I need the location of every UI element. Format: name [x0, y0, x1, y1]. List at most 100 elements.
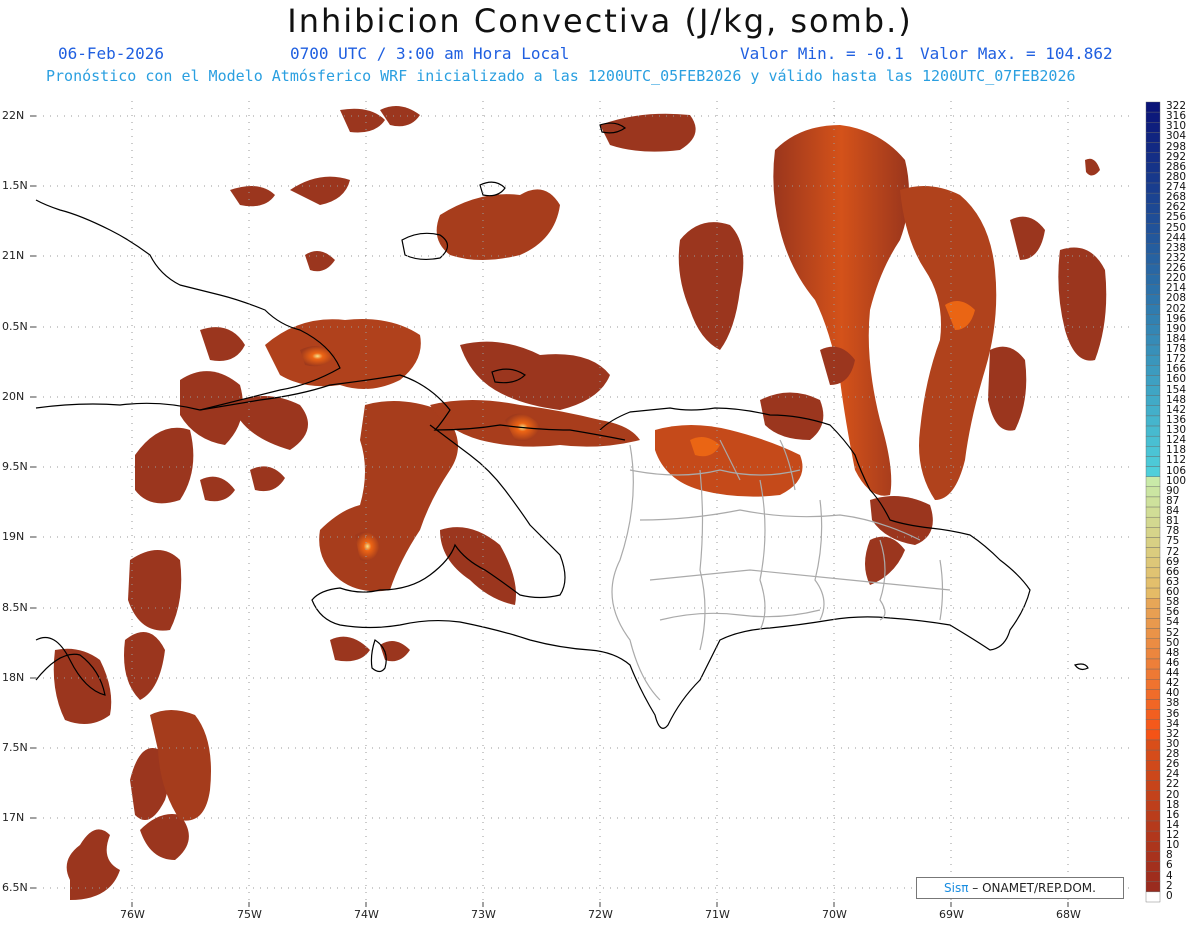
lat-label: 19N — [2, 530, 25, 543]
colorbar-swatch — [1145, 760, 1161, 771]
colorbar-swatch — [1145, 810, 1161, 822]
colorbar-swatch — [1145, 284, 1161, 295]
colorbar-swatch — [1145, 608, 1161, 619]
colorbar-swatch — [1145, 577, 1161, 589]
colorbar-swatch — [1145, 253, 1161, 265]
colorbar-swatch — [1145, 304, 1161, 315]
colorbar-swatch — [1145, 841, 1161, 852]
colorbar-label: 0 — [1166, 889, 1173, 902]
colorbar-swatch — [1145, 658, 1161, 670]
colorbar-swatch — [1145, 537, 1161, 548]
colorbar-swatch — [1145, 628, 1161, 639]
lat-label: 22N — [2, 109, 25, 122]
lat-label: 9.5N — [2, 460, 28, 473]
colorbar-swatch — [1145, 618, 1161, 629]
lon-label: 75W — [237, 908, 262, 921]
colorbar-swatch — [1145, 263, 1161, 275]
colorbar-swatch — [1145, 375, 1161, 386]
lat-label: 8.5N — [2, 601, 28, 614]
colorbar-swatch — [1145, 638, 1161, 650]
colorbar-swatch — [1145, 547, 1161, 558]
lon-label: 69W — [939, 908, 964, 921]
colorbar-swatch — [1145, 334, 1161, 346]
lat-label: 0.5N — [2, 320, 28, 333]
colorbar-swatch — [1145, 344, 1161, 356]
colorbar-swatch — [1145, 598, 1161, 609]
colorbar-swatch — [1145, 668, 1161, 680]
colorbar-swatch — [1145, 415, 1161, 427]
lat-label: 17N — [2, 811, 25, 824]
colorbar-swatch — [1145, 679, 1161, 690]
lat-label: 20N — [2, 390, 25, 403]
colorbar-swatch — [1145, 395, 1161, 406]
credit-box: Sisπ – ONAMET/REP.DOM. — [916, 877, 1124, 899]
lon-label: 74W — [354, 908, 379, 921]
colorbar-swatch — [1145, 739, 1161, 751]
colorbar-swatch — [1145, 851, 1161, 862]
lon-label: 73W — [471, 908, 496, 921]
colorbar-swatch — [1145, 506, 1161, 518]
colorbar-swatch — [1145, 567, 1161, 579]
lon-label: 76W — [120, 908, 145, 921]
colorbar-swatch — [1145, 709, 1161, 720]
colorbar-swatch — [1145, 354, 1161, 366]
colorbar-label: 256 — [1166, 211, 1187, 224]
map-canvas — [30, 101, 1161, 907]
colorbar-label: 160 — [1166, 373, 1187, 386]
colorbar-swatch — [1145, 749, 1161, 761]
colorbar-swatch — [1145, 142, 1161, 153]
colorbar-label: 208 — [1166, 292, 1187, 305]
colorbar-swatch — [1145, 496, 1161, 508]
colorbar-swatch — [1145, 871, 1161, 882]
colorbar-swatch — [1145, 557, 1161, 569]
colorbar-swatch — [1145, 152, 1161, 163]
colorbar-swatch — [1145, 243, 1161, 255]
colorbar-swatch — [1145, 213, 1161, 224]
colorbar-label: 54 — [1166, 616, 1180, 629]
colorbar-swatch — [1145, 162, 1161, 174]
colorbar — [1145, 101, 1161, 903]
lon-label: 72W — [588, 908, 613, 921]
colorbar-swatch — [1145, 223, 1161, 234]
colorbar-swatch — [1145, 587, 1161, 599]
colorbar-swatch — [1145, 324, 1161, 336]
colorbar-swatch — [1145, 830, 1161, 842]
colorbar-swatch — [1145, 111, 1161, 123]
colorbar-swatch — [1145, 729, 1161, 741]
colorbar-swatch — [1145, 101, 1161, 113]
sis-logo-text: Sisπ — [944, 881, 969, 895]
colorbar-swatch — [1145, 881, 1161, 893]
colorbar-swatch — [1145, 699, 1161, 710]
colorbar-swatch — [1145, 446, 1161, 457]
colorbar-swatch — [1145, 780, 1161, 791]
colorbar-swatch — [1145, 182, 1161, 194]
colorbar-swatch — [1145, 294, 1161, 305]
colorbar-swatch — [1145, 456, 1161, 467]
colorbar-swatch — [1145, 770, 1161, 781]
colorbar-swatch — [1145, 790, 1161, 801]
lat-label: 18N — [2, 671, 25, 684]
colorbar-label: 38 — [1166, 697, 1180, 710]
colorbar-swatch — [1145, 385, 1161, 396]
colorbar-swatch — [1145, 203, 1161, 214]
colorbar-swatch — [1145, 365, 1161, 376]
colorbar-swatch — [1145, 405, 1161, 417]
lon-label: 71W — [705, 908, 730, 921]
colorbar-swatch — [1145, 132, 1161, 143]
lat-label: 1.5N — [2, 179, 28, 192]
colorbar-swatch — [1145, 861, 1161, 872]
colorbar-swatch — [1145, 233, 1161, 244]
colorbar-swatch — [1145, 891, 1161, 903]
colorbar-swatch — [1145, 273, 1161, 285]
lon-label: 68W — [1056, 908, 1081, 921]
colorbar-swatch — [1145, 486, 1161, 498]
colorbar-swatch — [1145, 527, 1161, 538]
credit-text: – ONAMET/REP.DOM. — [968, 881, 1096, 895]
lat-label: 7.5N — [2, 741, 28, 754]
colorbar-label: 75 — [1166, 535, 1180, 548]
colorbar-label: 304 — [1166, 130, 1187, 143]
lon-label: 70W — [822, 908, 847, 921]
colorbar-swatch — [1145, 314, 1161, 325]
colorbar-swatch — [1145, 122, 1161, 133]
lat-label: 6.5N — [2, 881, 28, 894]
